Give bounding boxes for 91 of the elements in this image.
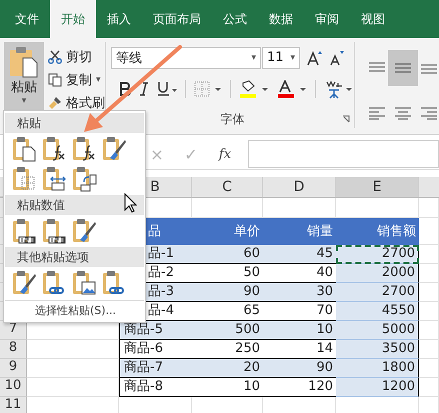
- ribbon-tab[interactable]: 数据: [258, 0, 304, 38]
- group-label: 字体: [220, 111, 244, 128]
- ribbon-tab[interactable]: 页面布局: [142, 0, 212, 38]
- copy-button[interactable]: 复制 ▾: [48, 71, 105, 89]
- clipboard-percent-icon[interactable]: [71, 136, 97, 162]
- fill-color-icon[interactable]: [239, 80, 269, 98]
- shrink-font-icon[interactable]: [328, 50, 344, 66]
- clipboard-width-icon[interactable]: [41, 166, 67, 192]
- column-header[interactable]: E: [336, 177, 419, 197]
- clipboard-values-icon[interactable]: [41, 218, 67, 244]
- table-cell: 30: [263, 283, 336, 302]
- table-cell: 20: [192, 359, 263, 378]
- table-cell: 3500: [336, 340, 419, 359]
- table-cell: 120: [263, 378, 336, 397]
- paste-button[interactable]: 粘贴 ▾: [4, 42, 44, 110]
- table-header-cell: 销量: [263, 218, 336, 245]
- align-middle-icon[interactable]: [388, 50, 418, 86]
- paintbrush-icon: [48, 96, 62, 110]
- bold-icon[interactable]: [119, 82, 131, 96]
- table-cell: 10: [192, 378, 263, 397]
- menu-section-header: 其他粘贴选项: [5, 247, 144, 267]
- clipboard-icon[interactable]: [11, 136, 37, 162]
- table-cell: 商品-5: [119, 321, 192, 340]
- table-cell: 商品-8: [119, 378, 192, 397]
- insert-function-button[interactable]: fx: [208, 146, 242, 162]
- phonetic-icon[interactable]: [324, 79, 354, 100]
- underline-icon[interactable]: [157, 81, 177, 98]
- align-right-icon[interactable]: [420, 106, 438, 120]
- ribbon-tab[interactable]: 审阅: [304, 0, 350, 38]
- clipboard-icon: [9, 46, 39, 78]
- font-size-dropdown[interactable]: 11 ▾: [262, 46, 300, 69]
- ribbon-tab[interactable]: 视图: [350, 0, 396, 38]
- table-cell: 60: [192, 245, 263, 264]
- grow-font-icon[interactable]: [306, 50, 322, 66]
- row-number: 8: [8, 340, 18, 355]
- align-left-icon[interactable]: [368, 106, 386, 120]
- table-cell: 商品-6: [119, 340, 192, 359]
- row-number: 9: [8, 359, 18, 374]
- column-header[interactable]: C: [192, 177, 263, 197]
- mouse-pointer-icon: [124, 193, 137, 213]
- ribbon-tab[interactable]: 开始: [50, 0, 96, 38]
- table-cell: 65: [192, 302, 263, 321]
- table-cell: 14: [263, 340, 336, 359]
- table-cell: 10: [263, 321, 336, 340]
- table-cell: 40: [263, 264, 336, 283]
- brush-button[interactable]: 格式刷: [48, 94, 105, 112]
- table-cell: 500: [192, 321, 263, 340]
- ribbon-tab[interactable]: 文件: [4, 0, 50, 38]
- table-cell: 2000: [336, 264, 419, 283]
- scissors-icon: [48, 50, 62, 64]
- clipboard-picture-icon[interactable]: [71, 270, 97, 296]
- ribbon-tab[interactable]: 插入: [96, 0, 142, 38]
- empty-cell: [419, 218, 439, 245]
- align-center-icon[interactable]: [394, 106, 412, 120]
- clipboard-dotted-icon[interactable]: [11, 166, 37, 192]
- menu-section-header: 粘贴: [5, 113, 144, 133]
- italic-icon[interactable]: [139, 82, 149, 96]
- formula-input[interactable]: [248, 140, 439, 168]
- table-cell: 70: [263, 302, 336, 321]
- table-cell: 5000: [336, 321, 419, 340]
- table-cell: 250: [192, 340, 263, 359]
- table-cell: 商品-7: [119, 359, 192, 378]
- clipboard-picture-icon[interactable]: [101, 270, 127, 296]
- table-cell: 2700: [336, 283, 419, 302]
- ribbon-tab[interactable]: 公式: [212, 0, 258, 38]
- clipboard-formula-icon[interactable]: [41, 136, 67, 162]
- clipboard-brush-icon[interactable]: [101, 136, 127, 162]
- table-cell: 45: [263, 245, 336, 264]
- table-cell: 1800: [336, 359, 419, 378]
- table-cell: 2700: [336, 245, 419, 264]
- clipboard-values-icon[interactable]: [71, 218, 97, 244]
- table-header-cell: 单价: [192, 218, 263, 245]
- font-color-icon[interactable]: [277, 80, 307, 98]
- copy-icon: [48, 73, 62, 87]
- cut-button[interactable]: 剪切: [48, 48, 105, 66]
- borders-icon[interactable]: [194, 81, 222, 98]
- table-cell: 50: [192, 264, 263, 283]
- row-number: 11: [4, 397, 22, 412]
- table-cell: 4550: [336, 302, 419, 321]
- menu-section-header: 粘贴数值: [5, 195, 144, 215]
- table-cell: 1200: [336, 378, 419, 397]
- dialog-launcher-icon[interactable]: [342, 115, 350, 123]
- font-name-dropdown[interactable]: 等线 ▾: [111, 46, 261, 69]
- clipboard-values-icon[interactable]: [11, 218, 37, 244]
- clipboard-link-icon[interactable]: [41, 270, 67, 296]
- clipboard-transpose-icon[interactable]: [71, 166, 97, 192]
- table-cell: 90: [192, 283, 263, 302]
- table-header-cell: 销售额: [336, 218, 419, 245]
- table-cell: 90: [263, 359, 336, 378]
- row-number: 10: [4, 378, 22, 393]
- clipboard-brush-icon[interactable]: [11, 270, 37, 296]
